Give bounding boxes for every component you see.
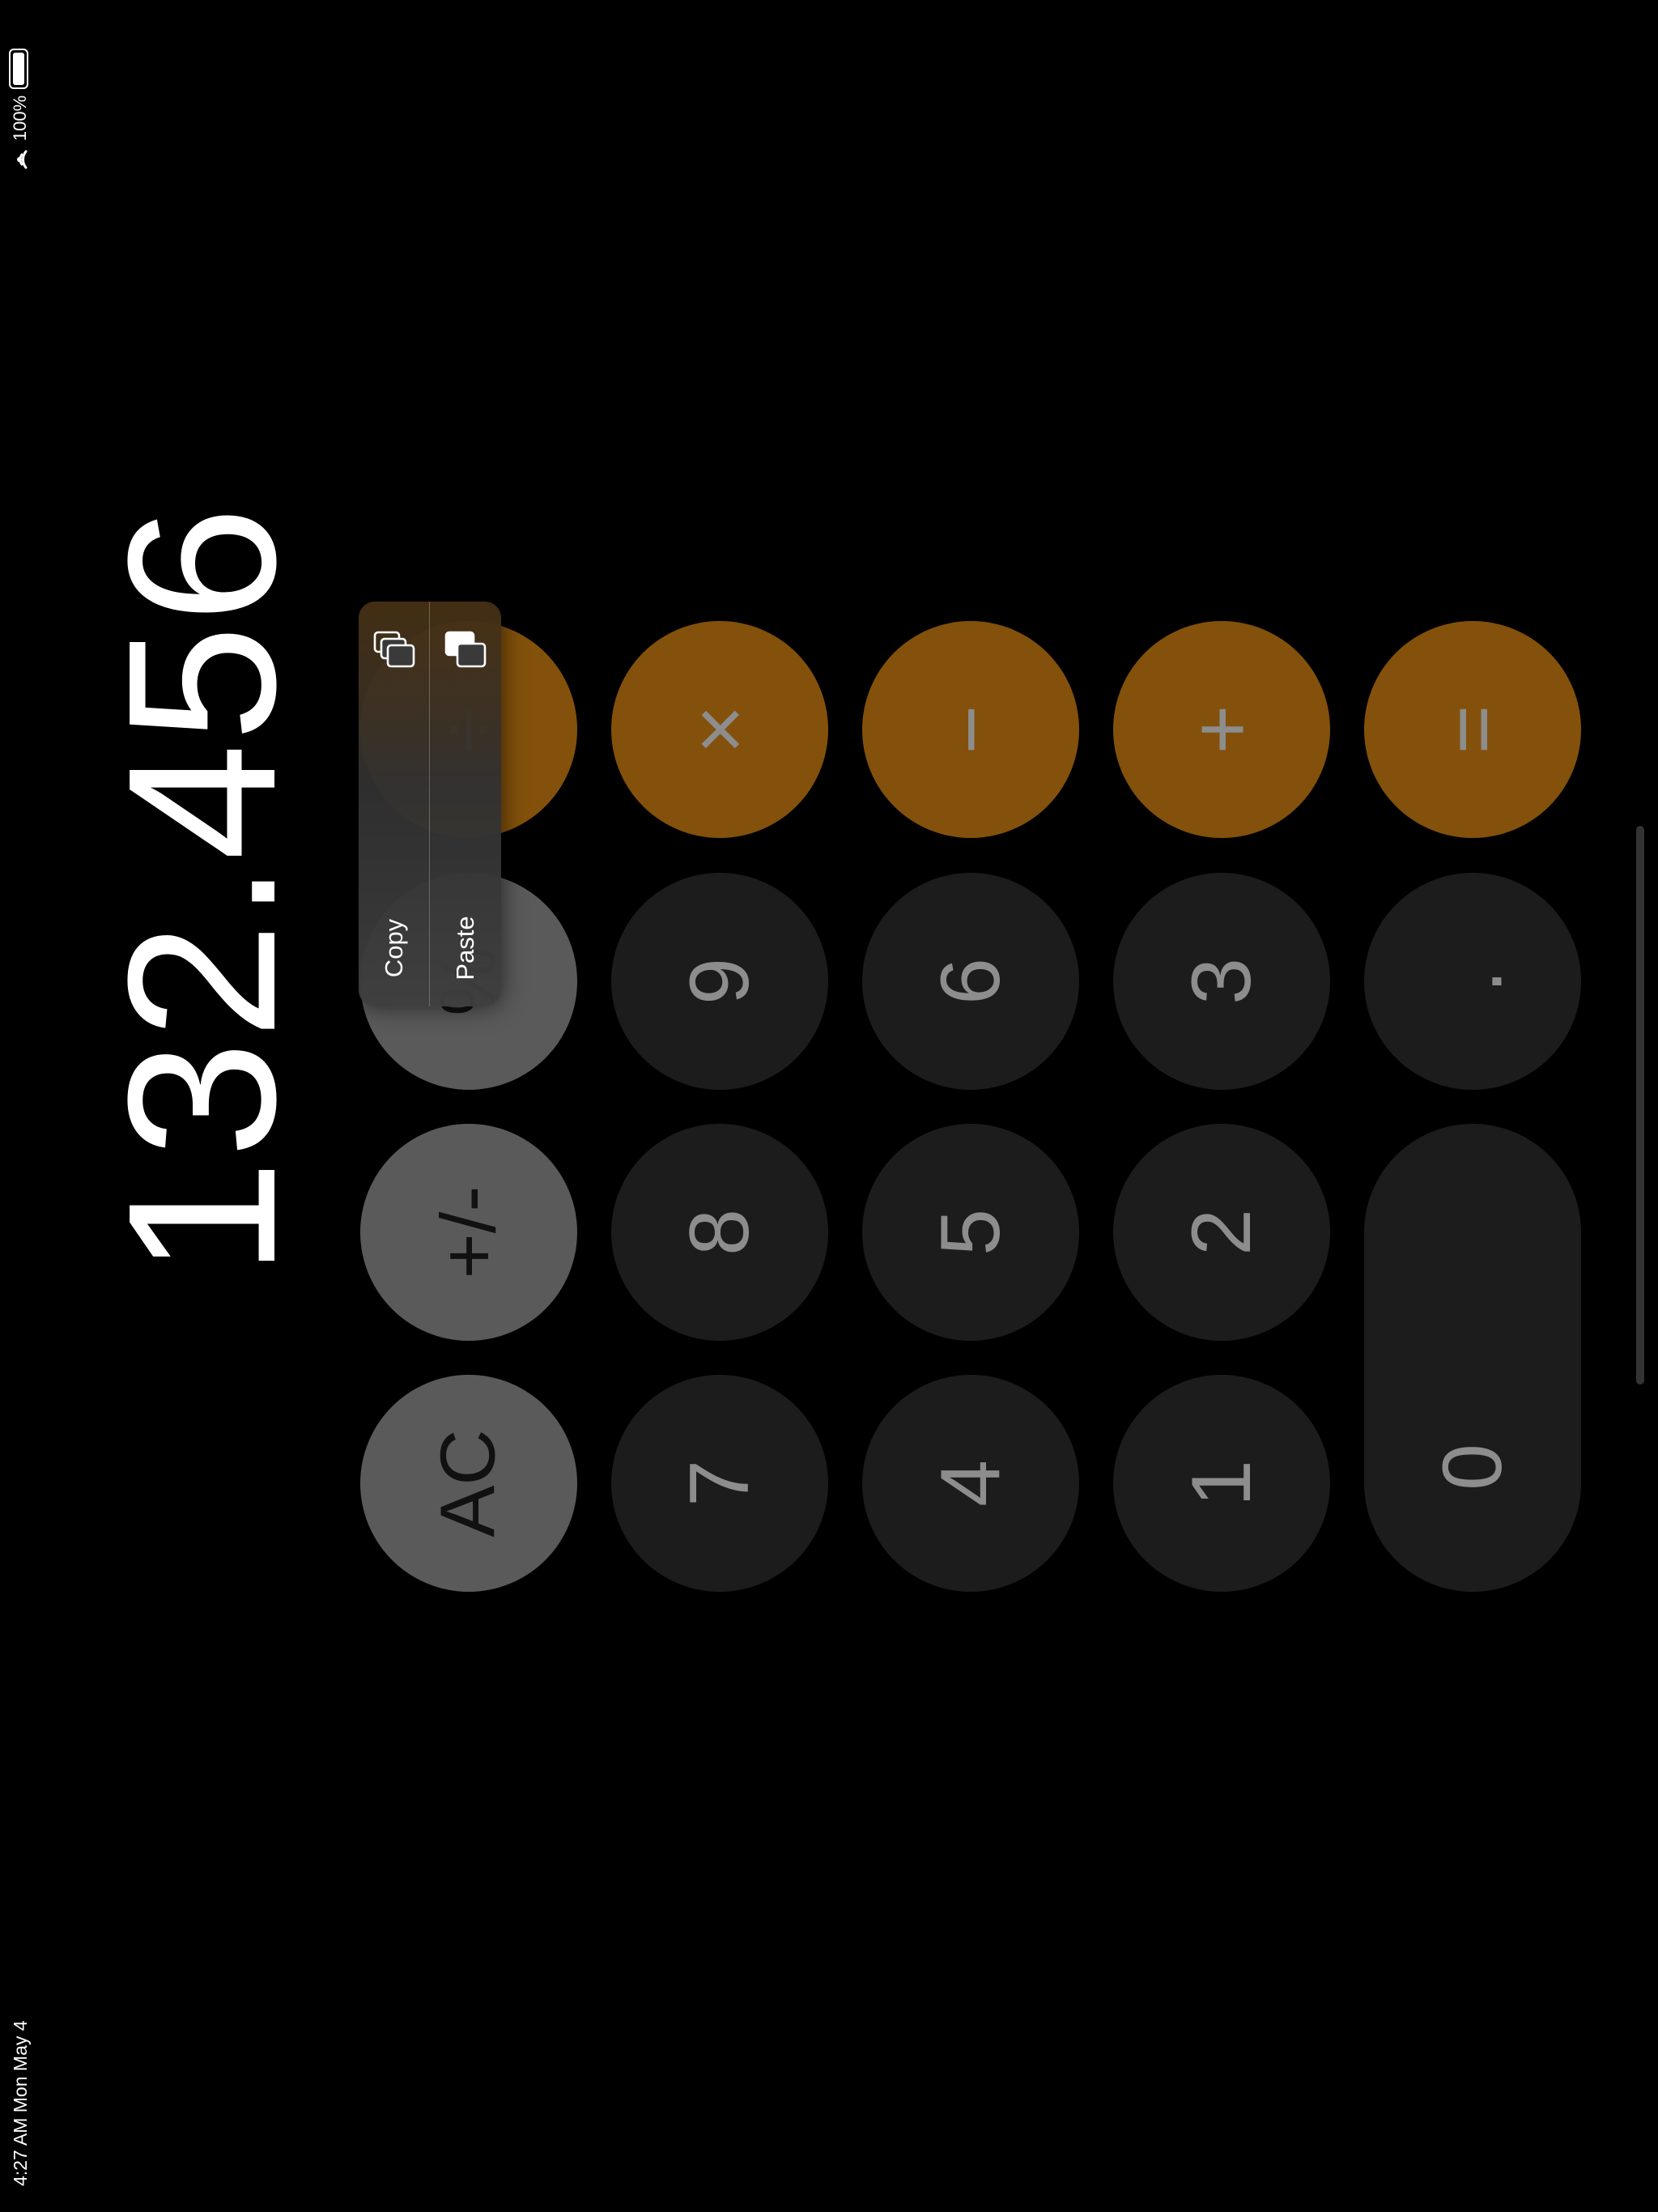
battery-percent: 100%	[10, 95, 30, 142]
plus-button[interactable]: +	[1113, 621, 1330, 838]
digit-5-button[interactable]: 5	[862, 1124, 1079, 1341]
sign-label: +/-	[424, 1185, 512, 1279]
digit-3-label: 3	[1175, 958, 1269, 1005]
time-date-label: 4:27 AM Mon May 4	[10, 2020, 31, 2186]
digit-9-button[interactable]: 9	[611, 873, 828, 1090]
digit-6-label: 6	[924, 958, 1018, 1005]
digit-7-label: 7	[673, 1460, 767, 1507]
digit-7-button[interactable]: 7	[611, 1375, 828, 1592]
equals-label: =	[1425, 704, 1520, 755]
digit-2-button[interactable]: 2	[1113, 1124, 1330, 1341]
status-bar-right: 100%	[0, 23, 40, 169]
scroll-indicator[interactable]	[1636, 826, 1644, 1385]
digit-8-label: 8	[673, 1209, 767, 1256]
decimal-label: .	[1426, 969, 1520, 993]
digit-1-button[interactable]: 1	[1113, 1375, 1330, 1592]
digit-6-button[interactable]: 6	[862, 873, 1079, 1090]
digit-3-button[interactable]: 3	[1113, 873, 1330, 1090]
digit-0-button[interactable]: 0	[1364, 1124, 1581, 1592]
equals-button[interactable]: =	[1364, 621, 1581, 838]
status-time-date: 4:27 AM Mon May 4	[0, 1992, 40, 2186]
decimal-button[interactable]: .	[1364, 873, 1581, 1090]
paste-label: Paste	[451, 916, 479, 981]
copy-icon	[373, 631, 415, 668]
digit-5-label: 5	[924, 1209, 1018, 1256]
multiply-button[interactable]: ×	[611, 621, 828, 838]
copy-menu-item[interactable]: Copy	[359, 602, 429, 1006]
plus-label: +	[1174, 704, 1269, 755]
clear-label: AC	[424, 1429, 512, 1538]
paste-menu-item[interactable]: Paste	[430, 602, 500, 1006]
display-value[interactable]: 132.456	[85, 504, 320, 1277]
copy-label: Copy	[380, 918, 408, 978]
multiply-label: ×	[672, 704, 767, 755]
digit-2-label: 2	[1175, 1209, 1269, 1256]
battery-icon	[9, 49, 28, 89]
digit-0-label: 0	[1426, 1444, 1520, 1491]
paste-icon	[444, 631, 487, 668]
context-menu: Copy Paste	[359, 602, 501, 1006]
wifi-icon	[17, 150, 28, 169]
calculator-display: 132.456	[61, 453, 328, 1312]
clear-button[interactable]: AC	[360, 1375, 577, 1592]
sign-button[interactable]: +/-	[360, 1124, 577, 1341]
digit-4-button[interactable]: 4	[862, 1375, 1079, 1592]
minus-label: −	[923, 704, 1018, 755]
digit-1-label: 1	[1175, 1460, 1269, 1507]
digit-9-label: 9	[673, 958, 767, 1005]
digit-4-label: 4	[924, 1460, 1018, 1507]
digit-8-button[interactable]: 8	[611, 1124, 828, 1341]
minus-button[interactable]: −	[862, 621, 1079, 838]
